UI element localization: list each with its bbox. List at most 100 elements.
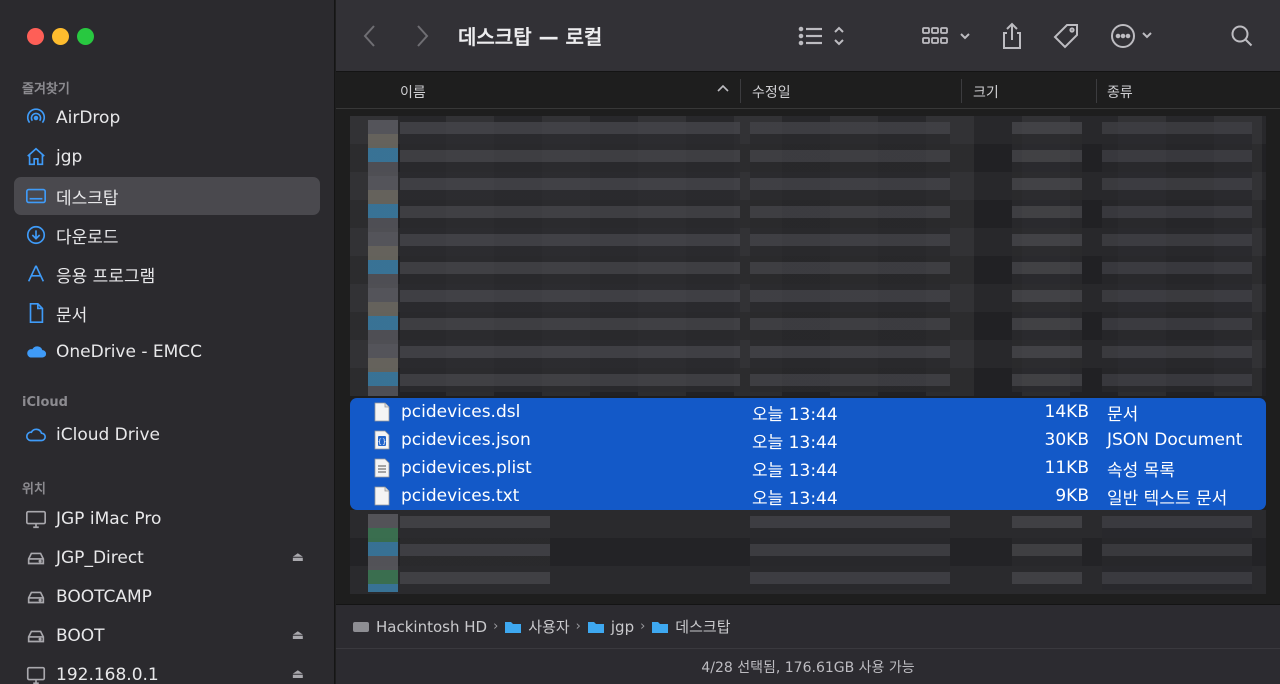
sidebar-item-label: jgp bbox=[56, 147, 83, 167]
column-divider[interactable] bbox=[961, 79, 962, 103]
sidebar-item-network[interactable]: 192.168.0.1 ⏏ bbox=[14, 656, 320, 684]
sidebar-item-label: AirDrop bbox=[56, 108, 121, 128]
path-crumb-label: 사용자 bbox=[528, 618, 570, 636]
text-file-icon bbox=[374, 402, 390, 422]
redacted-region bbox=[1012, 122, 1082, 392]
sidebar-item-applications[interactable]: 응용 프로그램 bbox=[14, 255, 320, 293]
file-row[interactable]: {} pcidevices.json 오늘 13:44 30KB JSON Do… bbox=[350, 426, 1266, 454]
zoom-window-button[interactable] bbox=[77, 28, 94, 45]
chevron-right-icon: › bbox=[493, 619, 499, 634]
folder-icon bbox=[505, 622, 522, 633]
chevron-right-icon: › bbox=[575, 619, 581, 634]
path-crumb-label: jgp bbox=[610, 617, 635, 636]
view-mode-button[interactable] bbox=[798, 20, 850, 52]
search-button[interactable] bbox=[1230, 20, 1254, 52]
sidebar-item-label: 다운로드 bbox=[56, 227, 119, 248]
sidebar-item-label: 응용 프로그램 bbox=[56, 266, 156, 287]
sidebar-item-icloud-drive[interactable]: iCloud Drive bbox=[14, 416, 320, 454]
path-bar: Hackintosh HD › 사용자 › jgp › 데스크탑 bbox=[336, 604, 1280, 648]
redacted-region bbox=[368, 120, 398, 396]
file-row[interactable]: pcidevices.txt 오늘 13:44 9KB 일반 텍스트 문서 bbox=[350, 482, 1266, 510]
minimize-window-button[interactable] bbox=[52, 28, 69, 45]
file-name: pcidevices.dsl bbox=[401, 402, 521, 422]
sidebar-item-label: 192.168.0.1 bbox=[56, 665, 159, 684]
sidebar-item-bootcamp[interactable]: BOOTCAMP bbox=[14, 578, 320, 616]
ellipsis-icon bbox=[1111, 24, 1152, 48]
path-crumb-hackintosh[interactable]: Hackintosh HD bbox=[352, 618, 487, 636]
column-size[interactable]: 크기 bbox=[973, 82, 999, 102]
sidebar-item-airdrop[interactable]: AirDrop bbox=[14, 99, 320, 137]
window-controls bbox=[27, 28, 94, 45]
sidebar-item-label: iCloud Drive bbox=[56, 425, 161, 445]
path-crumb-desktop[interactable]: 데스크탑 bbox=[651, 616, 731, 637]
path-crumb-label: 데스크탑 bbox=[675, 618, 731, 636]
window-title: 데스크탑 — 로컬 bbox=[458, 25, 603, 49]
sidebar-section-favorites: 즐겨찾기 bbox=[22, 82, 70, 97]
file-name: pcidevices.plist bbox=[401, 458, 532, 478]
sidebar-section-icloud: iCloud bbox=[22, 395, 68, 410]
redacted-region bbox=[400, 122, 740, 392]
sidebar-item-jgp[interactable]: jgp bbox=[14, 138, 320, 176]
sidebar-item-label: BOOT bbox=[56, 626, 105, 646]
file-size: 30KB bbox=[1044, 430, 1089, 450]
column-date[interactable]: 수정일 bbox=[752, 82, 791, 102]
back-button[interactable] bbox=[362, 20, 378, 52]
network-icon bbox=[24, 663, 48, 684]
status-text: 4/28 선택됨, 176.61GB 사용 가능 bbox=[701, 659, 915, 676]
sort-ascending-icon[interactable] bbox=[716, 82, 730, 100]
file-kind: 일반 텍스트 문서 bbox=[1107, 488, 1228, 509]
redacted-region bbox=[1102, 122, 1252, 392]
redacted-region bbox=[368, 514, 398, 592]
column-divider[interactable] bbox=[740, 79, 741, 103]
eject-icon[interactable]: ⏏ bbox=[292, 550, 304, 565]
sidebar-item-documents[interactable]: 문서 bbox=[14, 294, 320, 332]
sidebar-item-label: OneDrive - EMCC bbox=[56, 342, 203, 362]
download-icon bbox=[24, 223, 48, 247]
sidebar-section-locations: 위치 bbox=[22, 482, 46, 497]
path-crumb-jgp[interactable]: jgp bbox=[587, 618, 634, 636]
drive-icon bbox=[24, 546, 48, 570]
home-icon bbox=[24, 145, 48, 169]
file-row[interactable]: pcidevices.dsl 오늘 13:44 14KB 문서 bbox=[350, 398, 1266, 426]
eject-icon[interactable]: ⏏ bbox=[292, 628, 304, 643]
file-size: 14KB bbox=[1044, 402, 1089, 422]
group-button[interactable] bbox=[922, 20, 974, 52]
search-icon bbox=[1231, 25, 1253, 47]
share-button[interactable] bbox=[1000, 20, 1024, 52]
forward-button[interactable] bbox=[414, 20, 430, 52]
close-window-button[interactable] bbox=[27, 28, 44, 45]
file-kind: JSON Document bbox=[1107, 430, 1243, 450]
column-divider[interactable] bbox=[1096, 79, 1097, 103]
column-header: 이름 수정일 크기 종류 bbox=[336, 73, 1280, 109]
column-name[interactable]: 이름 bbox=[400, 82, 426, 102]
sidebar-item-boot[interactable]: BOOT ⏏ bbox=[14, 617, 320, 655]
redacted-region bbox=[750, 516, 950, 590]
redacted-region bbox=[750, 122, 950, 392]
file-name: pcidevices.json bbox=[401, 430, 531, 450]
redacted-region bbox=[1012, 516, 1082, 590]
file-row[interactable]: pcidevices.plist 오늘 13:44 11KB 속성 목록 bbox=[350, 454, 1266, 482]
more-actions-button[interactable] bbox=[1110, 20, 1158, 52]
applications-icon bbox=[24, 262, 48, 286]
eject-icon[interactable]: ⏏ bbox=[292, 667, 304, 682]
onedrive-icon bbox=[24, 340, 48, 364]
imac-icon bbox=[24, 507, 48, 531]
column-kind[interactable]: 종류 bbox=[1107, 82, 1133, 102]
sidebar: 즐겨찾기 AirDrop jgp 데스크탑 다운로드 응용 프로그램 문서 On… bbox=[0, 0, 335, 684]
text-file-icon bbox=[374, 486, 390, 506]
svg-text:{}: {} bbox=[378, 438, 387, 446]
sidebar-item-onedrive[interactable]: OneDrive - EMCC bbox=[14, 333, 320, 371]
redacted-region bbox=[400, 516, 550, 590]
path-crumb-users[interactable]: 사용자 bbox=[504, 616, 570, 637]
status-bar: 4/28 선택됨, 176.61GB 사용 가능 bbox=[336, 648, 1280, 684]
sidebar-item-downloads[interactable]: 다운로드 bbox=[14, 216, 320, 254]
drive-icon bbox=[353, 622, 369, 632]
sidebar-item-jgp-direct[interactable]: JGP_Direct ⏏ bbox=[14, 539, 320, 577]
sidebar-item-imac[interactable]: JGP iMac Pro bbox=[14, 500, 320, 538]
drive-icon bbox=[24, 585, 48, 609]
file-date: 오늘 13:44 bbox=[752, 460, 838, 481]
desktop-icon bbox=[24, 184, 48, 208]
tag-button[interactable] bbox=[1052, 20, 1080, 52]
icloud-icon bbox=[24, 423, 48, 447]
sidebar-item-desktop[interactable]: 데스크탑 bbox=[14, 177, 320, 215]
